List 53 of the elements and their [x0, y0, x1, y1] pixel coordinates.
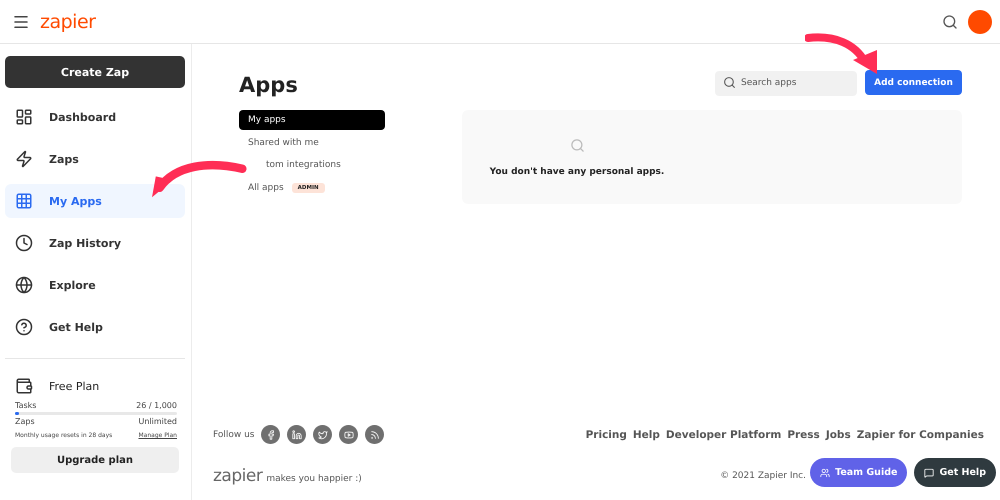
subnav-label: All apps	[248, 182, 284, 192]
team-guide-button[interactable]: Team Guide	[810, 458, 908, 487]
youtube-icon[interactable]	[339, 425, 358, 444]
subnav-label: tom integrations	[265, 160, 341, 170]
footer-link[interactable]: Help	[632, 428, 660, 440]
globe-icon	[15, 276, 33, 294]
subnav-item[interactable]: Shared with me	[239, 132, 385, 152]
upgrade-plan-button[interactable]: Upgrade plan	[11, 447, 179, 473]
sidebar-item[interactable]: Zaps	[5, 142, 185, 176]
wallet-icon	[15, 377, 33, 395]
page-title: Apps	[239, 72, 299, 99]
people-icon	[820, 468, 830, 478]
subnav-label: My apps	[248, 115, 286, 125]
subnav-label: Shared with me	[248, 138, 319, 148]
add-connection-button[interactable]: Add connection	[865, 70, 962, 95]
plan-title: Free Plan	[49, 380, 100, 392]
dashboard-icon	[15, 108, 33, 126]
subnav-item[interactable]: tom integrations	[239, 155, 385, 175]
subnav-item[interactable]: My apps	[239, 110, 385, 130]
zaps-label: Zaps	[15, 417, 35, 426]
footer-link[interactable]: Pricing	[586, 428, 627, 440]
empty-message: You don't have any personal apps.	[490, 166, 664, 176]
footer-link[interactable]: Press	[787, 428, 820, 440]
sidebar-item[interactable]: Explore	[5, 268, 185, 302]
help-icon	[15, 318, 33, 336]
facebook-icon[interactable]	[261, 425, 280, 444]
follow-label: Follow us	[213, 430, 254, 440]
copyright: © 2021 Zapier Inc.	[720, 471, 806, 481]
user-avatar[interactable]	[968, 10, 992, 34]
footer-logo: zapier	[213, 466, 262, 486]
sidebar-item[interactable]: My Apps	[5, 184, 185, 218]
linkedin-icon[interactable]	[287, 425, 306, 444]
get-help-button[interactable]: Get Help	[914, 458, 996, 487]
tasks-label: Tasks	[15, 401, 36, 410]
bolt-icon	[15, 150, 33, 168]
search-icon[interactable]	[942, 14, 958, 30]
rss-icon[interactable]	[365, 425, 384, 444]
footer-link[interactable]: Jobs	[826, 428, 851, 440]
sidebar-item[interactable]: Zap History	[5, 226, 185, 260]
footer-link[interactable]: Developer Platform	[666, 428, 782, 440]
tasks-value: 26 / 1,000	[136, 401, 177, 410]
search-field[interactable]: Search apps	[715, 70, 857, 96]
sidebar-item[interactable]: Dashboard	[5, 100, 185, 134]
search-icon	[570, 138, 584, 152]
create-zap-button[interactable]: Create Zap	[5, 56, 185, 88]
tagline: makes you happier :)	[266, 474, 362, 484]
footer-link[interactable]: Zapier for Companies	[856, 428, 984, 440]
twitter-icon[interactable]	[313, 425, 332, 444]
sidebar-item[interactable]: Get Help	[5, 310, 185, 344]
grid-icon	[15, 192, 33, 210]
chat-icon	[924, 468, 934, 478]
clock-icon	[15, 234, 33, 252]
zaps-value: Unlimited	[138, 417, 177, 426]
